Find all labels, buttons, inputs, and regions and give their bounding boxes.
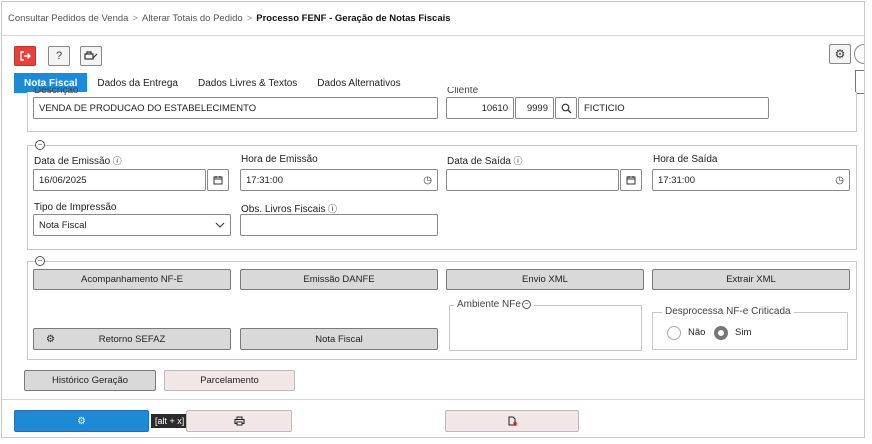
nota-fiscal-button[interactable]: Nota Fiscal: [240, 328, 438, 350]
gear-icon: ⚙: [46, 333, 55, 345]
gear-icon: ⚙: [834, 47, 846, 61]
signature-button[interactable]: [80, 46, 102, 66]
sim-radio[interactable]: [714, 326, 728, 340]
data-saida-field[interactable]: [446, 169, 619, 191]
tab-dados-livres[interactable]: Dados Livres & Textos: [188, 73, 307, 93]
cliente-name-value: FICTICIO: [584, 102, 625, 114]
sim-label: Sim: [735, 327, 752, 338]
descricao-value: VENDA DE PRODUCAO DO ESTABELECIMENTO: [39, 102, 257, 114]
info-icon: ⓘ: [510, 156, 523, 166]
hora-emissao-field[interactable]: 17:31:00 ◷: [240, 169, 438, 191]
parcelamento-button[interactable]: Parcelamento: [164, 370, 295, 391]
obs-livros-field[interactable]: [240, 214, 438, 236]
envio-xml-button[interactable]: Envio XML: [446, 269, 644, 290]
cliente-code-value: 10610: [481, 102, 508, 114]
printer-icon: [233, 416, 245, 426]
exit-button[interactable]: [14, 46, 36, 66]
data-saida-label: Data de Saída ⓘ: [447, 156, 523, 167]
retorno-sefaz-label: Retorno SEFAZ: [98, 333, 166, 345]
scroll-stub[interactable]: [855, 70, 864, 94]
info-icon: ⓘ: [110, 156, 122, 166]
data-emissao-label: Data de Emissão ⓘ: [34, 156, 122, 167]
calendar-icon: [213, 176, 223, 185]
gear-icon: ⚙: [77, 415, 86, 427]
data-emissao-field[interactable]: 16/06/2025: [33, 169, 206, 191]
hora-saida-label: Hora de Saída: [653, 154, 718, 165]
emissao-danfe-button[interactable]: Emissão DANFE: [240, 269, 438, 290]
hora-saida-value: 17:31:00: [658, 174, 695, 186]
data-emissao-value: 16/06/2025: [39, 174, 87, 186]
cancel-document-button[interactable]: [445, 410, 579, 432]
cliente-name-field[interactable]: FICTICIO: [578, 97, 769, 119]
collapse-actions-icon[interactable]: −: [35, 256, 45, 266]
help-button[interactable]: ?: [48, 46, 70, 66]
extrair-xml-button[interactable]: Extrair XML: [652, 269, 850, 290]
breadcrumb-separator: >: [132, 13, 138, 24]
hora-saida-field[interactable]: 17:31:00 ◷: [652, 169, 850, 191]
info-icon: ⓘ: [325, 204, 337, 214]
signature-icon: [84, 51, 98, 60]
tipo-impressao-select[interactable]: Nota Fiscal: [33, 214, 231, 236]
acompanhamento-nfe-button[interactable]: Acompanhamento NF-E: [33, 269, 231, 290]
cliente-search-button[interactable]: [555, 97, 577, 119]
tab-dados-entrega[interactable]: Dados da Entrega: [87, 73, 188, 93]
document-cancel-icon: [508, 416, 517, 426]
breadcrumb-item-consultar[interactable]: Consultar Pedidos de Venda: [8, 13, 128, 24]
desprocessa-legend: Desprocessa NF-e Criticada: [662, 306, 794, 317]
breadcrumb: Consultar Pedidos de Venda > Alterar Totai…: [8, 13, 451, 24]
breadcrumb-item-alterar[interactable]: Alterar Totais do Pedido: [142, 13, 243, 24]
cliente-code-field[interactable]: 10610: [446, 97, 514, 119]
process-button[interactable]: ⚙: [14, 410, 149, 432]
breadcrumb-divider: [2, 35, 864, 36]
search-icon: [561, 103, 571, 113]
data-emissao-calendar-button[interactable]: [207, 169, 229, 191]
collapse-ambiente-icon[interactable]: −: [521, 299, 531, 309]
data-saida-calendar-button[interactable]: [620, 169, 642, 191]
clock-icon: ◷: [423, 174, 432, 186]
tipo-impressao-value: Nota Fiscal: [39, 219, 87, 231]
retorno-sefaz-button[interactable]: ⚙ Retorno SEFAZ: [33, 328, 231, 350]
help-icon: ?: [55, 50, 63, 62]
settings-button[interactable]: ⚙: [829, 44, 851, 64]
historico-geracao-button[interactable]: Histórico Geração: [24, 370, 156, 391]
hora-emissao-label: Hora de Emissão: [241, 154, 318, 165]
breadcrumb-current: Processo FENF - Geração de Notas Fiscais: [256, 13, 451, 24]
shortcut-tooltip: [alt + x]: [151, 414, 189, 428]
ambiente-nfe-group: [449, 305, 642, 351]
collapse-dates-icon[interactable]: −: [35, 140, 45, 150]
exit-icon: [20, 51, 31, 61]
cliente-filial-value: 9999: [526, 102, 548, 114]
breadcrumb-separator: >: [246, 13, 253, 24]
calendar-icon: [626, 176, 636, 185]
descricao-field[interactable]: VENDA DE PRODUCAO DO ESTABELECIMENTO: [33, 97, 438, 119]
nao-label: Não: [688, 327, 706, 338]
cliente-filial-field[interactable]: 9999: [515, 97, 554, 119]
clock-icon: ◷: [835, 174, 844, 186]
ambiente-nfe-legend: Ambiente NFe −: [454, 299, 534, 310]
tab-dados-alternativos[interactable]: Dados Alternativos: [307, 73, 410, 93]
footer-divider: [2, 399, 864, 400]
tipo-impressao-label: Tipo de Impressão: [34, 202, 117, 213]
nao-radio[interactable]: [667, 326, 681, 340]
chevron-down-icon: [215, 222, 225, 228]
print-button[interactable]: [186, 410, 292, 432]
hora-emissao-value: 17:31:00: [246, 174, 283, 186]
